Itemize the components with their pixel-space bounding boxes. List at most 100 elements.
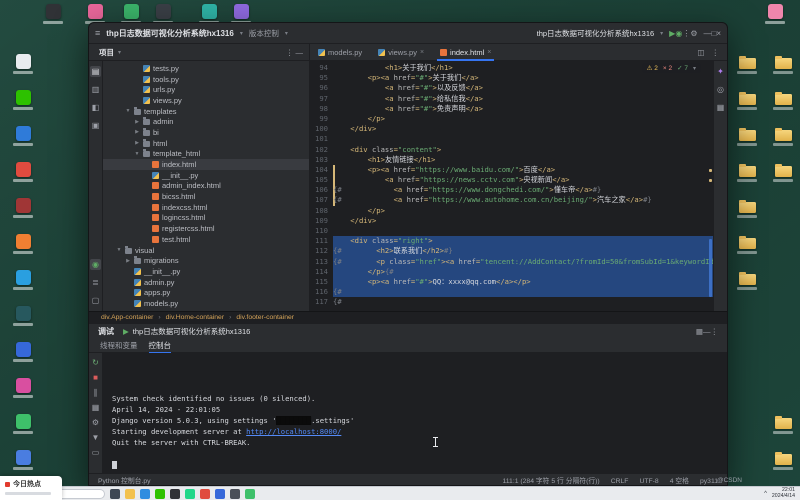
services-tool-icon[interactable]: ▢	[90, 295, 101, 306]
tree-item[interactable]: test.html	[103, 234, 309, 245]
tree-item[interactable]: __init__.py	[103, 170, 309, 181]
status-segment[interactable]: UTF-8	[639, 478, 658, 485]
ok-count[interactable]: ✓ 7	[677, 64, 688, 72]
more-icon[interactable]: ⋮	[712, 48, 720, 57]
teal-app-icon[interactable]	[196, 4, 222, 24]
tree-item[interactable]: registercss.html	[103, 223, 309, 234]
ai-assistant-icon[interactable]: ✦	[715, 66, 726, 77]
folder-icon[interactable]	[734, 128, 760, 146]
run-config-name[interactable]: thp日志数据可视化分析系统hx1316	[537, 28, 655, 39]
debug-tab-控制台[interactable]: 控制台	[149, 340, 172, 351]
main-menu-icon[interactable]: ≡	[95, 28, 100, 38]
close-icon[interactable]: ×	[487, 49, 491, 56]
tree-item[interactable]: ▶admin	[103, 116, 309, 127]
docs-icon[interactable]	[215, 489, 225, 499]
dark-app-icon[interactable]	[150, 4, 176, 24]
stop-icon[interactable]: ■	[93, 373, 98, 382]
meeting-app-icon[interactable]	[10, 126, 36, 146]
tree-item[interactable]: models.py	[103, 298, 309, 309]
chevron-right-icon[interactable]: ▶	[125, 258, 131, 264]
task-view-icon[interactable]	[110, 489, 120, 499]
tree-item[interactable]: admin.py	[103, 277, 309, 288]
chevron-down-icon[interactable]: ▼	[134, 151, 140, 157]
blue-circle-app-icon[interactable]	[10, 270, 36, 290]
tree-item[interactable]: ▶migrations	[103, 255, 309, 266]
pink-person-icon[interactable]	[762, 4, 788, 24]
tree-item[interactable]: index.html	[103, 159, 309, 170]
purple-app-icon[interactable]	[228, 4, 254, 24]
inspections-widget[interactable]: ⚠ 2 × 2 ✓ 7 ▾	[642, 63, 701, 73]
status-segment[interactable]: CRLF	[611, 478, 629, 485]
commit-tool-icon[interactable]: ▥	[90, 84, 101, 95]
split-editor-icon[interactable]: ◫	[697, 48, 704, 57]
blue-app-icon-2[interactable]	[10, 450, 36, 470]
green-app-icon[interactable]	[118, 4, 144, 24]
status-segment[interactable]: 111:1 (284 字符 5 行 分隔符(行))	[503, 478, 600, 485]
tree-item[interactable]: ▼templates	[103, 106, 309, 117]
terminal-tool-icon[interactable]: ≣	[90, 277, 101, 288]
breadcrumb-item[interactable]: div.footer-container	[236, 314, 294, 321]
tree-item[interactable]: ▼template_html	[103, 149, 309, 160]
more-icon[interactable]: ⋮	[711, 327, 719, 336]
colorful-app-icon[interactable]	[10, 378, 36, 398]
tree-item[interactable]: ▼visual	[103, 245, 309, 256]
project-name[interactable]: thp日志数据可视化分析系统hx1316	[106, 28, 234, 39]
clock[interactable]: 22:01 2024/4/14	[772, 488, 795, 499]
file-explorer-icon[interactable]	[125, 489, 135, 499]
chevron-down-icon[interactable]: ▾	[693, 65, 696, 72]
pycharm-icon[interactable]	[185, 489, 195, 499]
breadcrumb-item[interactable]: div.Home-container	[166, 314, 224, 321]
database-tool-icon[interactable]: ▦	[715, 102, 726, 113]
close-button[interactable]: ×	[716, 29, 721, 38]
folder-icon[interactable]	[770, 56, 796, 74]
tab-views.py[interactable]: views.py×	[370, 44, 432, 60]
folder-icon[interactable]	[770, 416, 796, 434]
project-tool-icon[interactable]: ▤	[90, 66, 101, 77]
folder-icon[interactable]	[770, 92, 796, 110]
qq-icon[interactable]	[170, 489, 180, 499]
more-icon[interactable]: ⋮	[286, 48, 296, 57]
bookmarks-tool-icon[interactable]: ▣	[90, 120, 101, 131]
wechat-icon[interactable]	[10, 90, 36, 110]
breadcrumb-item[interactable]: div.App-container	[101, 314, 153, 321]
tree-item[interactable]: tests.py	[103, 63, 309, 74]
chevron-down-icon[interactable]: ▼	[116, 247, 122, 253]
hide-panel-icon[interactable]: —	[703, 327, 711, 336]
hide-icon[interactable]: —	[296, 48, 304, 57]
code-editor[interactable]: ⚠ 2× 2✓ 7▾ 94 <h1>关于我们</h1>95 <p><a href…	[310, 61, 713, 311]
rerun-icon[interactable]: ↻	[92, 358, 99, 367]
folder-icon[interactable]	[770, 452, 796, 470]
settings-icon[interactable]: ⚙	[92, 418, 99, 427]
blue-app-icon[interactable]	[10, 342, 36, 362]
tray-expand-icon[interactable]: ^	[764, 491, 767, 497]
red-app-icon[interactable]	[10, 162, 36, 182]
close-icon[interactable]: ×	[420, 49, 424, 56]
tree-item[interactable]: logincss.html	[103, 213, 309, 224]
dark-circle-app-icon[interactable]	[10, 306, 36, 326]
music-icon[interactable]	[200, 489, 210, 499]
console-output[interactable]: System check identified no issues (0 sil…	[103, 353, 727, 473]
folder-icon[interactable]	[734, 236, 760, 254]
folder-icon[interactable]	[734, 56, 760, 74]
error-count[interactable]: × 2	[663, 65, 672, 72]
folder-icon[interactable]	[734, 272, 760, 290]
tree-item[interactable]: urls.py	[103, 84, 309, 95]
tab-models.py[interactable]: models.py	[310, 44, 370, 60]
tree-item[interactable]: __init__.py	[103, 266, 309, 277]
debug-tab-线程和变量[interactable]: 线程和变量	[100, 340, 138, 351]
pause-icon[interactable]: ∥	[94, 388, 98, 397]
console-prompt[interactable]	[112, 459, 727, 470]
tree-item[interactable]: tools.py	[103, 74, 309, 85]
wechat-icon[interactable]	[155, 489, 165, 499]
qq-icon[interactable]	[40, 4, 66, 24]
tree-item[interactable]: apps.py	[103, 287, 309, 298]
grid-app-icon[interactable]	[10, 54, 36, 74]
pink-app-icon[interactable]	[82, 4, 108, 24]
chevron-right-icon[interactable]: ▶	[134, 119, 140, 125]
warning-count[interactable]: ⚠ 2	[647, 64, 658, 72]
status-segment[interactable]: 4 空格	[670, 478, 689, 485]
hotspot-popup[interactable]: 今日热点	[0, 476, 62, 500]
chevron-right-icon[interactable]: ▶	[134, 129, 140, 135]
tree-item[interactable]: indexcss.html	[103, 202, 309, 213]
structure-tool-icon[interactable]: ◧	[90, 102, 101, 113]
